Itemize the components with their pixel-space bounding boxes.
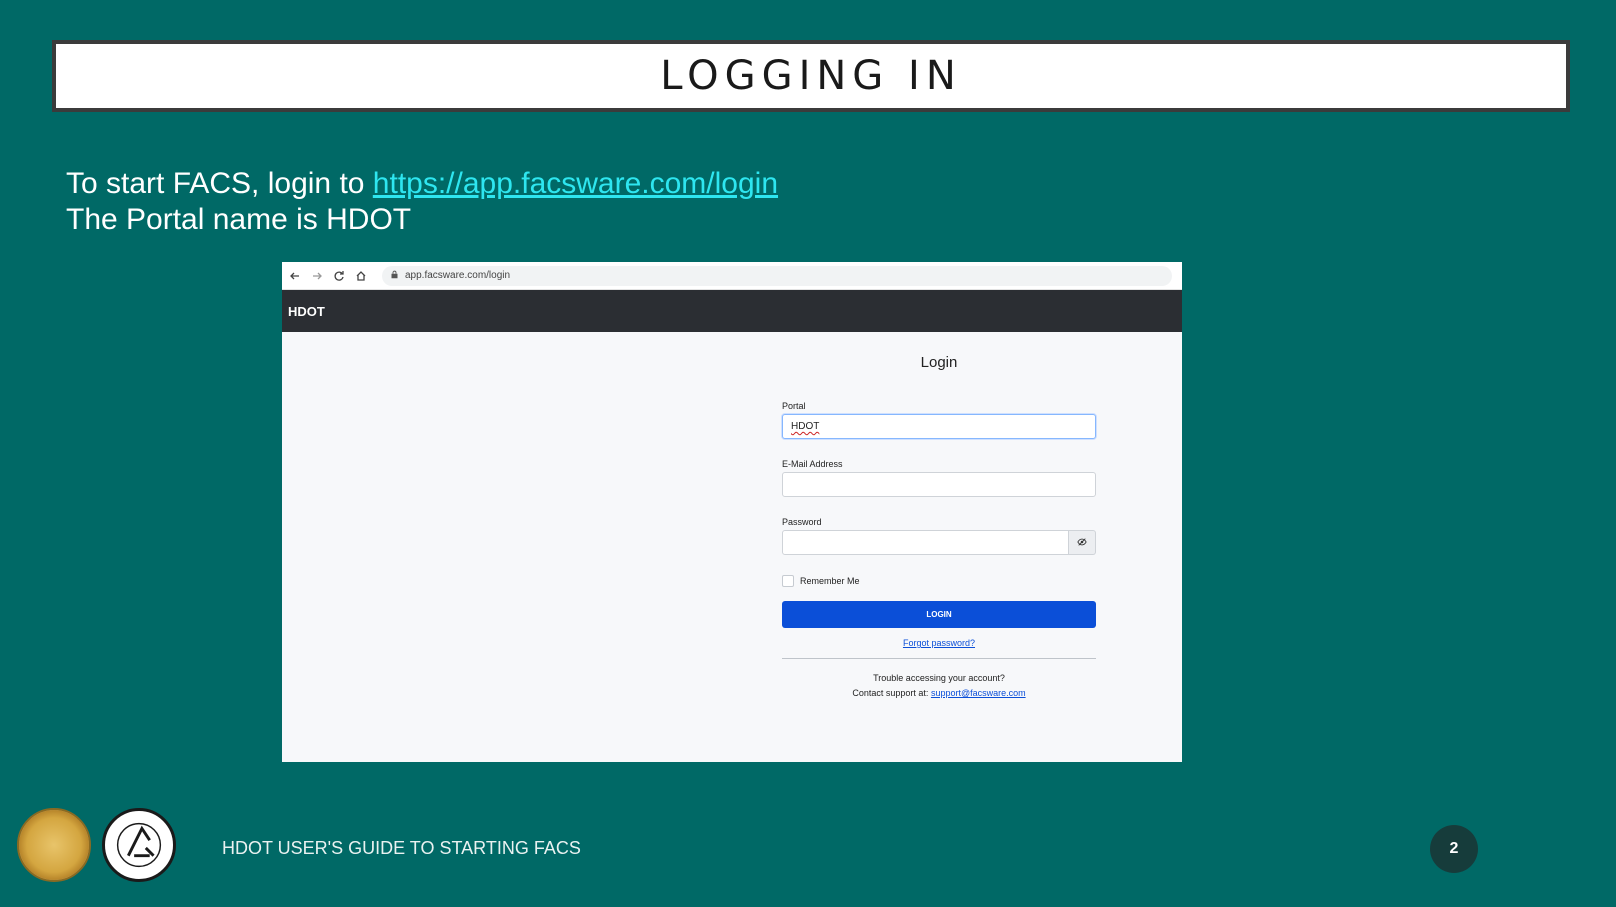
slide-title: LOGGING IN — [660, 53, 962, 99]
portal-label: Portal — [782, 401, 806, 411]
remember-me-label: Remember Me — [800, 576, 860, 586]
lock-icon — [390, 270, 399, 282]
forward-arrow-icon[interactable] — [310, 269, 324, 283]
app-header: HDOT — [282, 290, 1182, 332]
remember-me-row: Remember Me — [782, 575, 1096, 587]
trouble-text: Trouble accessing your account? — [873, 673, 1005, 683]
reload-icon[interactable] — [332, 269, 346, 283]
back-arrow-icon[interactable] — [288, 269, 302, 283]
contact-prefix: Contact support at: — [852, 688, 931, 698]
login-button[interactable]: LOGIN — [782, 601, 1096, 628]
browser-screenshot: app.facsware.com/login HDOT Login Portal… — [282, 262, 1182, 762]
password-label: Password — [782, 517, 822, 527]
state-of-hawaii-seal — [17, 808, 91, 882]
page-number-badge: 2 — [1430, 825, 1478, 873]
email-label: E-Mail Address — [782, 459, 843, 469]
portal-value: HDOT — [791, 421, 820, 432]
email-input[interactable] — [782, 472, 1096, 497]
intro-text: To start FACS, login to https://app.facs… — [66, 166, 778, 238]
login-title: Login — [920, 354, 958, 371]
password-group — [782, 530, 1096, 555]
portal-input[interactable]: HDOT — [782, 414, 1096, 439]
password-input[interactable] — [782, 530, 1069, 555]
address-bar[interactable]: app.facsware.com/login — [382, 265, 1172, 286]
intro-prefix: To start FACS, login to — [66, 167, 373, 200]
support-info: Trouble accessing your account? Contact … — [782, 671, 1096, 701]
login-form: Login Portal HDOT E-Mail Address Passwor… — [782, 354, 1096, 701]
address-url: app.facsware.com/login — [405, 270, 511, 281]
footer-text: HDOT USER'S GUIDE TO STARTING FACS — [222, 838, 581, 858]
remember-me-checkbox[interactable] — [782, 575, 794, 587]
forgot-password-link[interactable]: Forgot password? — [782, 638, 1096, 648]
support-email-link[interactable]: support@facsware.com — [931, 688, 1026, 698]
toggle-password-button[interactable] — [1069, 530, 1096, 555]
login-url-link[interactable]: https://app.facsware.com/login — [373, 167, 778, 200]
portal-name-line: The Portal name is HDOT — [66, 203, 412, 236]
home-icon[interactable] — [354, 269, 368, 283]
eye-slash-icon — [1077, 534, 1087, 552]
divider — [782, 658, 1096, 659]
slide-title-box: LOGGING IN — [52, 40, 1570, 112]
app-header-title: HDOT — [288, 303, 325, 319]
department-of-transportation-seal — [102, 808, 176, 882]
browser-toolbar: app.facsware.com/login — [282, 262, 1182, 290]
